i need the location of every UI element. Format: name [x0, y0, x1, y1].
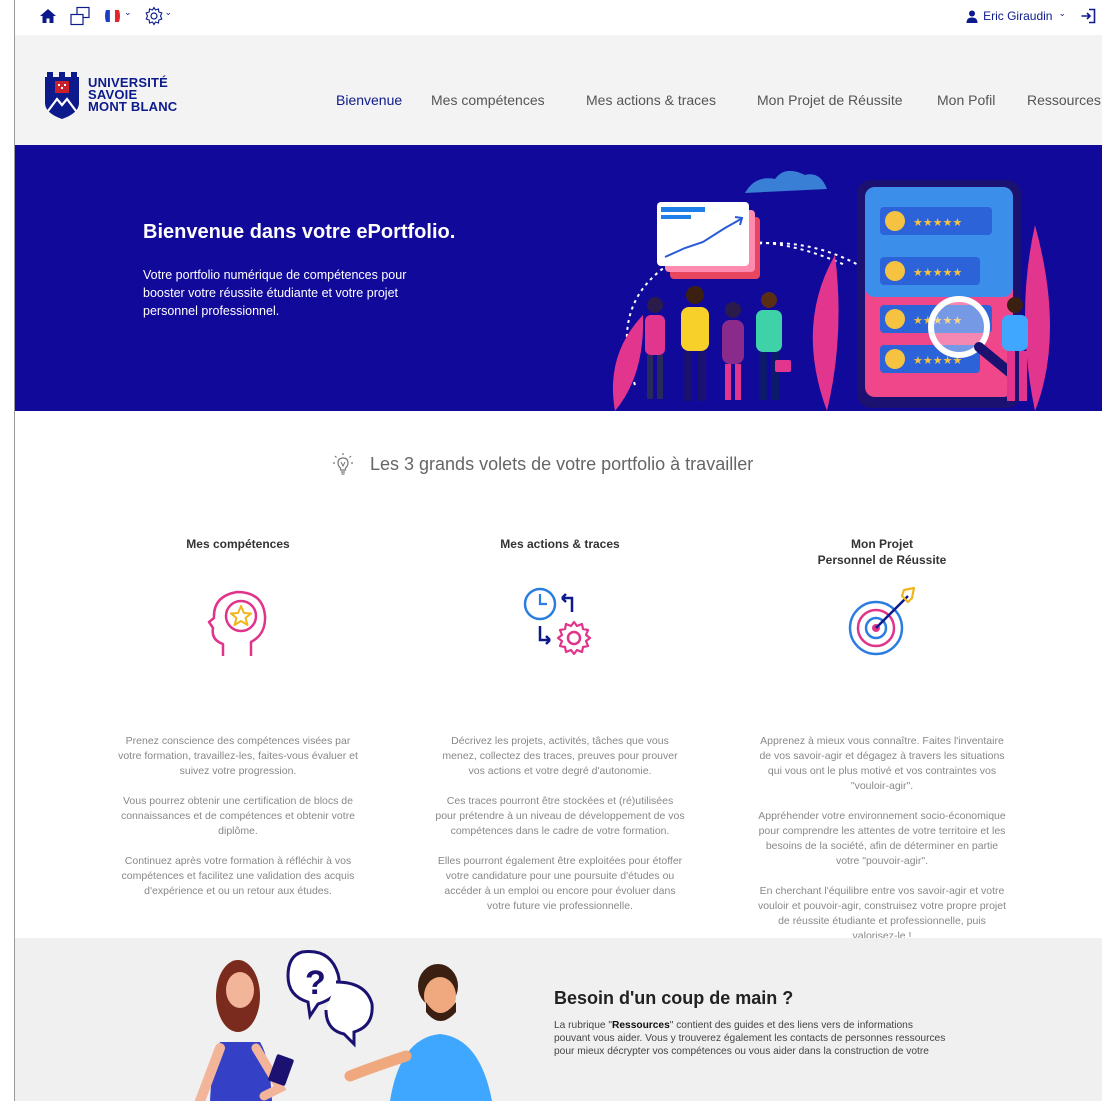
svg-text:?: ? — [305, 964, 326, 1002]
french-flag-icon — [105, 9, 120, 23]
volet-paragraph: Apprenez à mieux vous connaître. Faites … — [759, 735, 1005, 792]
logout-button[interactable] — [1080, 8, 1096, 24]
volet-text: Apprenez à mieux vous connaître. Faites … — [757, 734, 1007, 944]
volet-title-line-2: Personnel de Réussite — [817, 553, 947, 567]
settings-button[interactable]: ⌄ — [144, 6, 173, 26]
home-button[interactable] — [39, 8, 57, 24]
logo-line-3: MONT BLANC — [88, 99, 178, 114]
university-name: UNIVERSITÉ SAVOIE MONT BLANC — [88, 76, 178, 114]
gear-icon — [145, 6, 163, 26]
volet-title: Mes actions & traces — [500, 537, 620, 551]
head-star-icon — [207, 590, 267, 656]
volet-paragraph: Elles pourront également être exploitées… — [437, 855, 683, 912]
help-section: ? Besoin d'un coup de main ? La rubrique… — [15, 938, 1102, 1101]
main-navbar: UNIVERSITÉ SAVOIE MONT BLANC Bienvenue M… — [15, 35, 1102, 145]
user-menu[interactable]: Eric Giraudin ⌄ — [966, 7, 1066, 23]
volet-title-line-1: Mon Projet — [851, 537, 913, 551]
help-text-before: La rubrique " — [554, 1020, 612, 1031]
nav-item-mon-pofil[interactable]: Mon Pofil — [937, 92, 995, 108]
nav-item-ressources[interactable]: Ressources — [1027, 92, 1101, 108]
hero-title: Bienvenue dans votre ePortfolio. — [143, 221, 456, 243]
volet-competences: Mes compétences Prenez conscience des co… — [113, 536, 363, 914]
hero-illustration: ★★★★★ ★★★★★ ★★★★★ ★★★★★ — [612, 170, 1050, 411]
volet-paragraph: Vous pourrez obtenir une certification d… — [120, 795, 356, 837]
volet-paragraph: Décrivez les projets, activités, tâches … — [442, 735, 678, 777]
help-illustration: ? — [195, 949, 492, 1101]
volet-title: Mes compétences — [186, 537, 290, 551]
volet-paragraph: Appréhender votre environnement socio-éc… — [758, 810, 1006, 867]
hero-text: Votre portfolio numérique de compétences… — [143, 268, 407, 318]
nav-item-mes-competences[interactable]: Mes compétences — [431, 92, 545, 108]
svg-text:★★★★★: ★★★★★ — [913, 217, 962, 229]
chevron-down-icon: ⌄ — [164, 6, 173, 17]
clock-gear-icon — [523, 587, 592, 656]
target-arrow-icon — [848, 586, 916, 656]
volet-paragraph: En cherchant l'équilibre entre vos savoi… — [757, 885, 1007, 942]
volet-icon-wrap — [113, 584, 363, 734]
logout-icon — [1081, 8, 1096, 24]
volets-heading: Les 3 grands volets de votre portfolio à… — [332, 452, 753, 476]
hero-banner: Bienvenue dans votre ePortfolio. Votre p… — [15, 145, 1102, 411]
volet-actions-traces: Mes actions & traces Décrivez les projet… — [435, 536, 685, 929]
utility-bar: ⌄ ⌄ Eric Giraudin ⌄ — [15, 0, 1102, 35]
volet-paragraph: Ces traces pourront être stockées et (ré… — [435, 795, 685, 837]
volets-title: Les 3 grands volets de votre portfolio à… — [370, 453, 754, 474]
windows-button[interactable] — [69, 6, 91, 26]
user-icon — [966, 10, 978, 23]
utility-left: ⌄ ⌄ — [39, 6, 172, 26]
ressources-link[interactable]: Ressources — [612, 1020, 670, 1031]
nav-item-bienvenue[interactable]: Bienvenue — [336, 92, 402, 108]
nav-item-mon-projet-de-reussite[interactable]: Mon Projet de Réussite — [757, 92, 903, 108]
university-logo[interactable]: UNIVERSITÉ SAVOIE MONT BLANC — [42, 69, 177, 121]
volet-paragraph: Continuez après votre formation à réfléc… — [121, 855, 355, 897]
volet-icon-wrap — [757, 584, 1007, 734]
svg-text:★★★★★: ★★★★★ — [913, 267, 962, 279]
windows-icon — [70, 6, 90, 26]
help-text: La rubrique "Ressources" contient des gu… — [554, 1019, 949, 1059]
chevron-down-icon: ⌄ — [124, 6, 132, 17]
home-icon — [40, 9, 56, 23]
language-selector[interactable]: ⌄ — [103, 6, 132, 24]
volet-title: Mon Projet Personnel de Réussite — [757, 536, 1007, 576]
volet-text: Prenez conscience des compétences visées… — [113, 734, 363, 899]
chevron-down-icon: ⌄ — [1058, 7, 1066, 18]
help-title: Besoin d'un coup de main ? — [554, 988, 794, 1008]
user-name: Eric Giraudin — [983, 9, 1053, 23]
university-logo-icon — [45, 72, 79, 119]
lightbulb-icon — [333, 453, 353, 475]
volet-text: Décrivez les projets, activités, tâches … — [435, 734, 685, 914]
nav-item-mes-actions-traces[interactable]: Mes actions & traces — [586, 92, 716, 108]
volet-paragraph: Prenez conscience des compétences visées… — [118, 735, 358, 777]
volet-projet-reussite: Mon Projet Personnel de Réussite Apprene… — [757, 536, 1007, 959]
utility-right: Eric Giraudin ⌄ — [966, 8, 1096, 24]
volet-icon-wrap — [435, 584, 685, 734]
